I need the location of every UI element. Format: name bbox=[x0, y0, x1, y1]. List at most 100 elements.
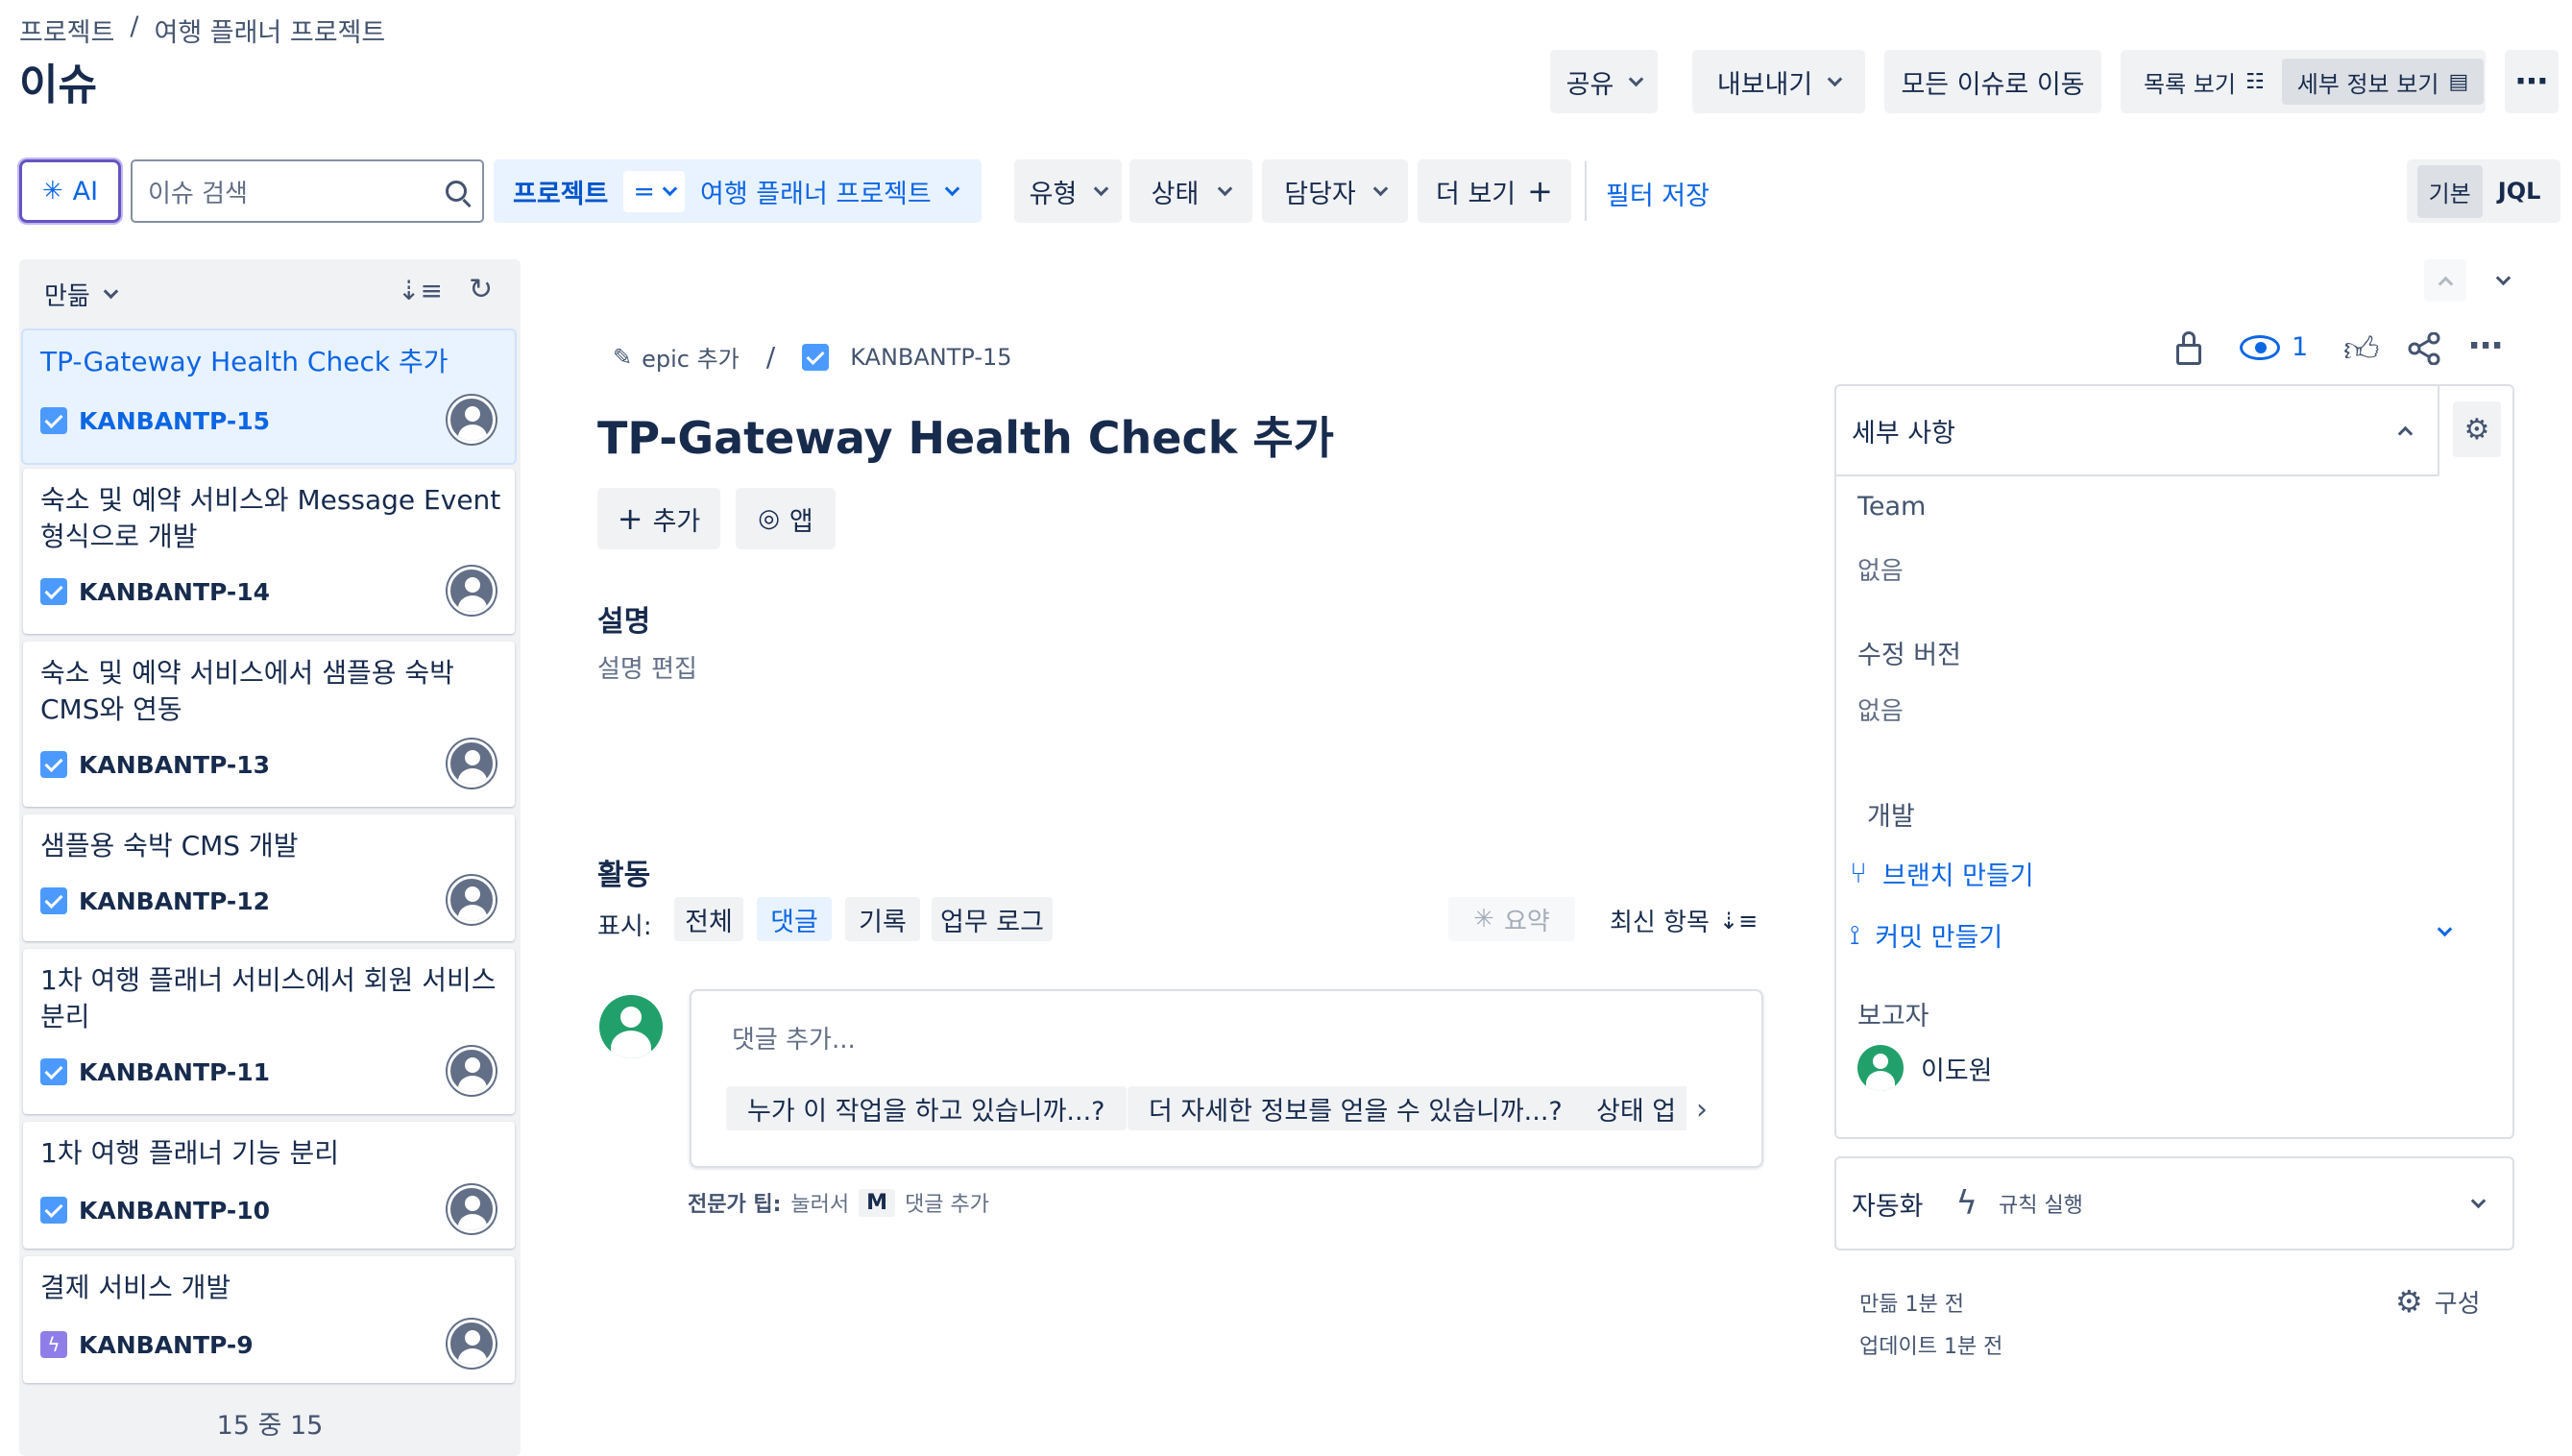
issue-card[interactable]: 샘플용 숙박 CMS 개발 KANBANTP-12 bbox=[23, 814, 515, 941]
activity-tab-comments[interactable]: 댓글 bbox=[757, 897, 832, 941]
issue-card[interactable]: 숙소 및 예약 서비스에서 샘플용 숙박 CMS와 연동 KANBANTP-13 bbox=[23, 642, 515, 807]
automation-panel[interactable]: 자동화 ϟ 규칙 실행 bbox=[1834, 1156, 2514, 1250]
apps-button[interactable]: ◎ 앱 bbox=[736, 488, 836, 549]
description-editor[interactable]: 설명 편집 bbox=[597, 649, 697, 685]
refresh-icon[interactable]: ↻ bbox=[469, 273, 493, 306]
ai-button[interactable]: ✳ AI bbox=[19, 159, 121, 223]
issue-card-title: 샘플용 숙박 CMS 개발 bbox=[40, 830, 299, 861]
watch-button[interactable]: 1 bbox=[2240, 332, 2308, 362]
chevron-down-icon bbox=[1218, 181, 1233, 196]
go-all-issues-button[interactable]: 모든 이슈로 이동 bbox=[1884, 50, 2101, 113]
sort-order-icon[interactable]: ⇣≡ bbox=[398, 275, 443, 306]
comment-box[interactable]: 댓글 추가... bbox=[690, 989, 1763, 1168]
reporter-field[interactable]: 이도원 bbox=[1857, 1045, 1993, 1091]
created-time: 만듦 1분 전 bbox=[1859, 1293, 1964, 1317]
assignee-avatar bbox=[448, 396, 496, 444]
watch-count: 1 bbox=[2292, 332, 2309, 362]
detail-view-icon: ▤ bbox=[2448, 69, 2469, 94]
fix-version-value[interactable]: 없음 bbox=[1857, 692, 1904, 727]
newest-label: 최신 항목 bbox=[1610, 909, 1710, 937]
issue-card[interactable]: 결제 서비스 개발 ϟ KANBANTP-9 bbox=[23, 1256, 515, 1383]
export-button[interactable]: 내보내기 bbox=[1692, 50, 1865, 113]
issue-card[interactable]: TP-Gateway Health Check 추가 KANBANTP-15 bbox=[23, 330, 515, 463]
details-header[interactable]: 세부 사항 bbox=[1836, 386, 2439, 476]
share-label: 공유 bbox=[1565, 69, 1614, 100]
prev-issue-button[interactable] bbox=[2424, 259, 2466, 302]
pro-tip-action: 댓글 추가 bbox=[905, 1193, 990, 1217]
configure-button[interactable]: ⚙ 구성 bbox=[2395, 1283, 2481, 1320]
more-filters-button[interactable]: 더 보기 + bbox=[1418, 159, 1571, 223]
chevron-down-icon bbox=[103, 283, 119, 300]
activity-tab-worklog[interactable]: 업무 로그 bbox=[932, 897, 1053, 941]
chevron-up-icon bbox=[2438, 276, 2453, 291]
issue-count: 15 중 15 bbox=[216, 1411, 324, 1441]
assignee-avatar bbox=[448, 1185, 496, 1233]
issue-card[interactable]: 1차 여행 플래너 기능 분리 KANBANTP-10 bbox=[23, 1122, 515, 1249]
assignee-filter[interactable]: 담당자 bbox=[1262, 159, 1408, 223]
sort-dropdown[interactable]: 만듦 bbox=[44, 277, 119, 312]
share-button[interactable]: 공유 bbox=[1550, 50, 1658, 113]
filter-divider bbox=[1585, 161, 1587, 221]
issue-card[interactable]: 숙소 및 예약 서비스와 Message Event 형식으로 개발 KANBA… bbox=[23, 469, 515, 634]
development-label: 개발 bbox=[1867, 802, 1915, 832]
issue-title[interactable]: TP-Gateway Health Check 추가 bbox=[597, 403, 1334, 467]
next-issue-button[interactable] bbox=[2482, 259, 2524, 302]
project-filter-label: 프로젝트 bbox=[513, 179, 609, 209]
add-button[interactable]: + 추가 bbox=[597, 488, 720, 549]
save-filter-link[interactable]: 필터 저장 bbox=[1606, 175, 1710, 212]
status-filter-label: 상태 bbox=[1151, 179, 1200, 209]
create-commit-label: 커밋 만들기 bbox=[1875, 923, 2003, 953]
details-settings-button[interactable]: ⚙ bbox=[2453, 401, 2501, 457]
chevron-down-icon bbox=[1372, 181, 1389, 196]
view-toggle: 목록 보기 ☷ 세부 정보 보기 ▤ bbox=[2121, 50, 2486, 113]
activity-tab-all[interactable]: 전체 bbox=[674, 897, 743, 941]
issue-breadcrumb-separator: / bbox=[765, 341, 776, 373]
development-expand-button[interactable] bbox=[2437, 920, 2453, 938]
ai-label: AI bbox=[72, 176, 99, 206]
basic-mode-button[interactable]: 기본 bbox=[2416, 164, 2483, 218]
type-filter[interactable]: 유형 bbox=[1014, 159, 1122, 223]
status-filter[interactable]: 상태 bbox=[1129, 159, 1252, 223]
assignee-filter-label: 담당자 bbox=[1284, 179, 1356, 209]
project-filter[interactable]: 프로젝트 = 여행 플래너 프로젝트 bbox=[494, 159, 982, 223]
activity-tab-history[interactable]: 기록 bbox=[845, 897, 920, 941]
team-value[interactable]: 없음 bbox=[1857, 551, 1904, 587]
task-icon bbox=[40, 578, 67, 605]
list-view-button[interactable]: 목록 보기 ☷ bbox=[2136, 65, 2272, 99]
suggestion-chip[interactable]: 상태 업 bbox=[1575, 1086, 1686, 1130]
task-icon bbox=[802, 343, 830, 371]
go-all-issues-label: 모든 이슈로 이동 bbox=[1901, 69, 2085, 100]
project-operator[interactable]: = bbox=[623, 170, 685, 212]
create-commit-link[interactable]: ⟟ 커밋 만들기 bbox=[1850, 916, 2002, 954]
breadcrumb-project-link[interactable]: 여행 플래너 프로젝트 bbox=[154, 12, 385, 49]
gear-icon: ⚙ bbox=[2395, 1283, 2423, 1320]
add-epic-button[interactable]: ✎ epic 추가 bbox=[613, 340, 740, 374]
suggestion-chip[interactable]: 더 자세한 정보를 얻을 수 있습니까...? bbox=[1128, 1086, 1584, 1130]
more-actions-button[interactable]: ⋯ bbox=[2505, 50, 2559, 113]
search-input[interactable]: 이슈 검색 bbox=[131, 159, 484, 223]
jql-mode-button[interactable]: JQL bbox=[2488, 168, 2551, 214]
issue-card[interactable]: 1차 여행 플래너 서비스에서 회원 서비스 분리 KANBANTP-11 bbox=[23, 949, 515, 1114]
lock-icon[interactable] bbox=[2176, 331, 2201, 365]
share-icon[interactable] bbox=[2407, 331, 2441, 366]
assignee-avatar bbox=[448, 1047, 496, 1095]
suggestion-chip[interactable]: 누가 이 작업을 하고 있습니까...? bbox=[726, 1086, 1127, 1130]
commit-icon: ⟟ bbox=[1850, 918, 1860, 951]
configure-label: 구성 bbox=[2434, 1289, 2481, 1319]
like-icon[interactable]: 👍︎ bbox=[2343, 328, 2380, 371]
detail-view-button[interactable]: 세부 정보 보기 ▤ bbox=[2281, 59, 2485, 105]
details-panel bbox=[1834, 384, 2514, 1139]
create-branch-link[interactable]: ⑂ 브랜치 만들기 bbox=[1850, 855, 2034, 892]
plus-icon: + bbox=[617, 500, 643, 537]
apps-button-label: 앱 bbox=[789, 506, 813, 537]
reporter-avatar bbox=[1857, 1045, 1904, 1091]
plus-icon: + bbox=[1527, 173, 1553, 209]
newest-first-toggle[interactable]: 최신 항목 ⇣≡ bbox=[1610, 903, 1758, 938]
suggestions-next-icon[interactable]: › bbox=[1696, 1093, 1708, 1127]
breadcrumb-projects-link[interactable]: 프로젝트 bbox=[19, 12, 114, 49]
more-icon: ⋯ bbox=[2515, 62, 2548, 101]
issue-card-title: 1차 여행 플래너 기능 분리 bbox=[40, 1137, 340, 1169]
issue-key-link[interactable]: KANBANTP-15 bbox=[850, 344, 1011, 371]
summary-button[interactable]: ✳ 요약 bbox=[1448, 897, 1575, 941]
issue-more-icon[interactable]: ⋯ bbox=[2468, 327, 2503, 366]
